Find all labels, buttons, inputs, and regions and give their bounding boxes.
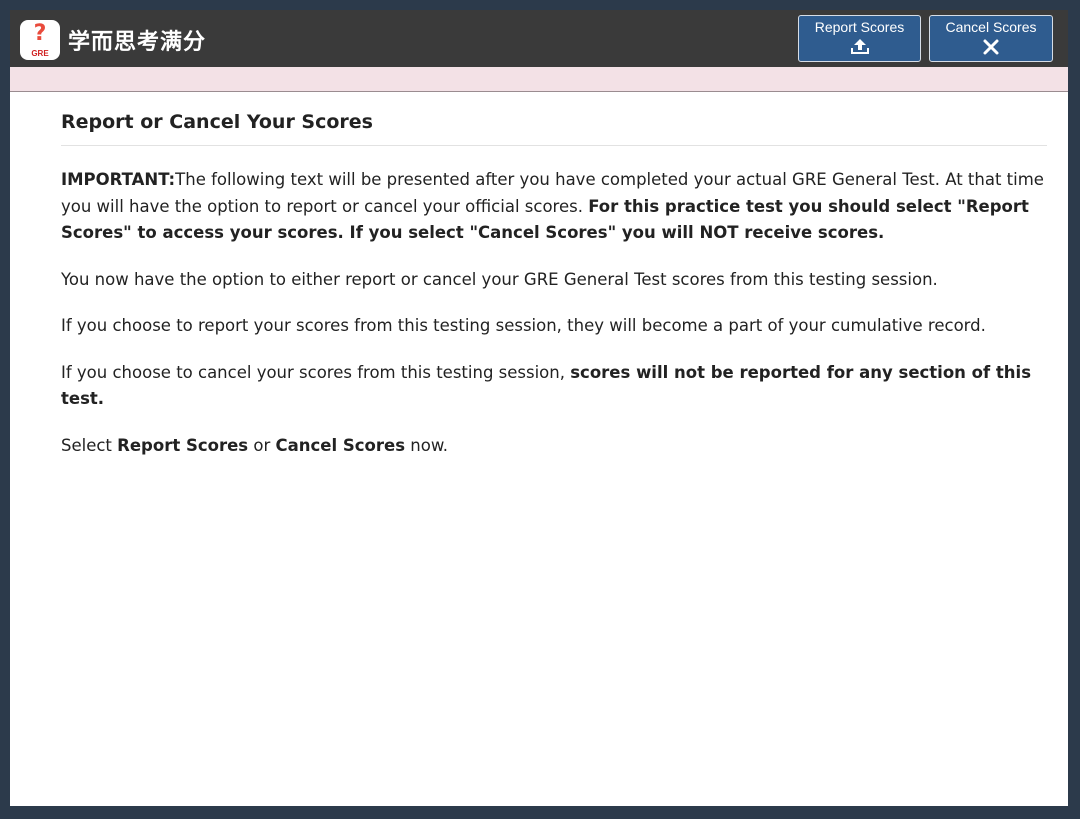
cancel-paragraph: If you choose to cancel your scores from… [61,360,1047,413]
app-logo: ? GRE [20,20,60,60]
top-toolbar: ? GRE 学而思考满分 Report Scores Cancel Scores [10,10,1068,67]
select-cancel: Cancel Scores [275,435,406,455]
upload-tray-icon [850,39,869,54]
close-x-icon [983,39,999,55]
select-instruction: Select Report Scores or Cancel Scores no… [61,433,1047,460]
page-title: Report or Cancel Your Scores [61,111,1047,146]
report-paragraph: If you choose to report your scores from… [61,316,986,335]
select-post: now. [405,435,449,455]
select-mid: or [248,435,276,455]
option-paragraph: You now have the option to either report… [61,269,938,289]
report-scores-label: Report Scores [814,19,905,35]
test-window: ? GRE 学而思考满分 Report Scores Cancel Scores… [10,10,1068,806]
select-pre: Select [61,435,118,455]
cancel-scores-label: Cancel Scores [945,19,1037,35]
cancel-scores-button[interactable]: Cancel Scores [929,15,1053,62]
main-content: Report or Cancel Your Scores IMPORTANT:T… [61,92,1047,459]
brand-name: 学而思考满分 [68,30,207,55]
logo-question-icon: ? [33,21,47,46]
select-report: Report Scores [117,435,249,455]
report-scores-button[interactable]: Report Scores [798,15,921,62]
important-paragraph: IMPORTANT:The following text will be pre… [61,167,1047,247]
status-strip [10,67,1068,92]
cancel-text: If you choose to cancel your scores from… [61,362,571,382]
important-label: IMPORTANT: [61,170,176,189]
logo-gre-label: GRE [31,49,49,58]
